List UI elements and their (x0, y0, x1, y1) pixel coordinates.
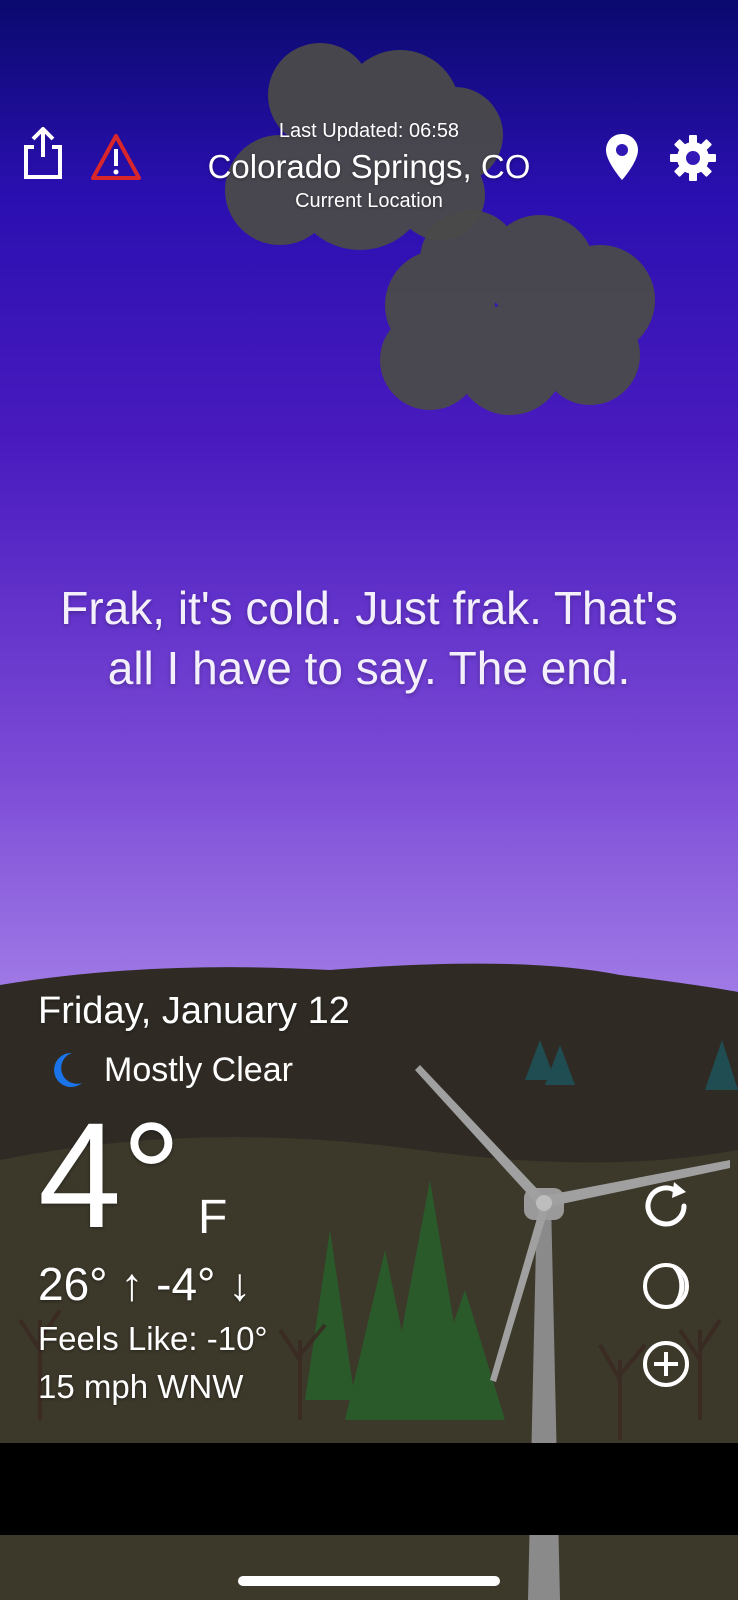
add-icon (643, 1341, 689, 1387)
add-location-button[interactable] (638, 1336, 694, 1392)
radar-icon (643, 1263, 689, 1309)
home-indicator[interactable] (238, 1576, 500, 1586)
moon-icon (54, 1052, 82, 1087)
last-updated-label: Last Updated: 06:58 (278, 120, 460, 142)
location-type-label: Current Location (295, 190, 443, 212)
forecast-date: Friday, January 12 (38, 990, 350, 1032)
weather-scene: Last Updated: 06:58 Colorado Springs, CO… (0, 0, 738, 1600)
feels-like: Feels Like: -10° (38, 1320, 268, 1357)
refresh-button[interactable] (638, 1178, 694, 1234)
wind-speed: 15 mph WNW (38, 1368, 244, 1405)
location-title[interactable]: Colorado Springs, CO (0, 148, 738, 186)
cloud-middle (380, 210, 655, 415)
current-temperature: 4° (38, 1091, 182, 1259)
condition-row: Mostly Clear (48, 1050, 293, 1090)
condition-text: Mostly Clear (104, 1050, 293, 1089)
landscape-illustration (0, 43, 738, 1600)
high-low-temps: 26° ↑ -4° ↓ (38, 1258, 252, 1310)
weather-quip[interactable]: Frak, it's cold. Just frak. That's all I… (40, 578, 698, 698)
bottom-ad-bar (0, 1443, 738, 1535)
refresh-icon (645, 1182, 687, 1227)
radar-button[interactable] (638, 1258, 694, 1314)
temperature-unit[interactable]: F (198, 1190, 227, 1245)
